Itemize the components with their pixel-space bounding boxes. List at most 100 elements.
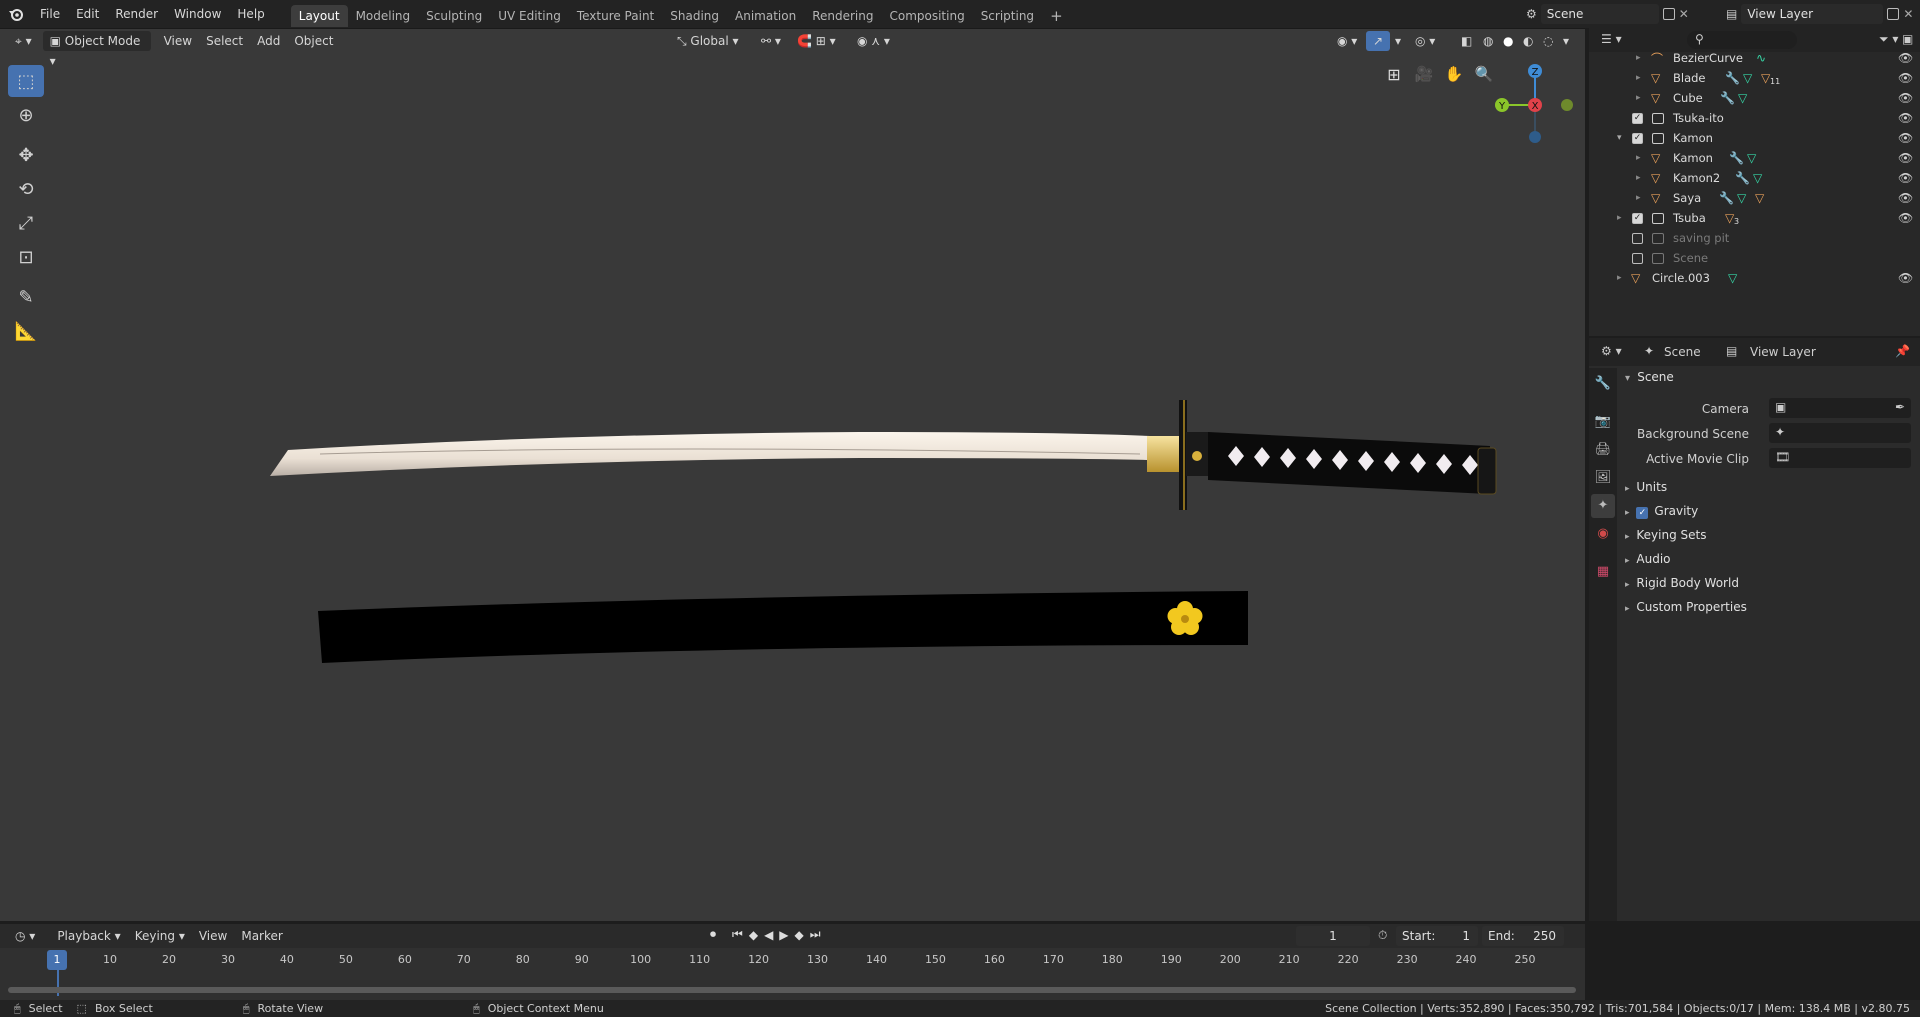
tool-tab-icon[interactable]: 🔧 — [1591, 372, 1615, 396]
jump-start-icon[interactable]: ⏮ — [732, 927, 743, 942]
collection-checkbox[interactable] — [1632, 252, 1643, 264]
jump-keyframe-back-icon[interactable]: ◆ — [749, 928, 758, 942]
outliner-row[interactable]: ✓ Tsuka-ito 👁 — [1589, 108, 1920, 128]
viewport-menu-select[interactable]: Select — [199, 31, 250, 51]
view-layer-icon[interactable]: ▤ — [1726, 7, 1737, 21]
new-scene-icon[interactable] — [1662, 8, 1675, 20]
active-movie-clip-field[interactable]: 🎞 — [1769, 448, 1911, 468]
proportional-edit-icon[interactable]: ◉ ⋏ ▾ — [850, 31, 897, 51]
collection-checkbox[interactable]: ✓ — [1632, 132, 1643, 144]
view-layer-field[interactable]: View Layer — [1741, 4, 1884, 24]
world-tab-icon[interactable]: ◉ — [1591, 522, 1615, 546]
tab-modeling[interactable]: Modeling — [348, 5, 419, 27]
scene-icon[interactable]: ⚙ — [1526, 7, 1537, 21]
tab-sculpting[interactable]: Sculpting — [418, 5, 490, 27]
outliner-search-input[interactable]: ⚲ — [1687, 31, 1797, 49]
pin-icon[interactable]: 📌 — [1895, 344, 1910, 358]
camera-field[interactable]: ▣ ✒ — [1769, 398, 1911, 418]
eye-icon[interactable]: 👁 — [1898, 111, 1913, 125]
timeline-scrollbar[interactable] — [8, 987, 1576, 993]
snap-icon[interactable]: 🧲 ⊞ ▾ — [790, 31, 843, 51]
scene-field[interactable]: Scene — [1540, 4, 1659, 24]
tab-shading[interactable]: Shading — [662, 5, 727, 27]
navigation-gizmo[interactable]: Z Y X — [1485, 59, 1575, 169]
outliner-row[interactable]: Scene — [1589, 248, 1920, 268]
properties-editor-type-icon[interactable]: ⚙ ▾ — [1601, 344, 1622, 358]
record-icon[interactable]: ⏺ — [710, 927, 716, 942]
gravity-section[interactable]: ▸ ✓ Gravity — [1625, 504, 1698, 519]
annotate-tool-icon[interactable]: ✎ — [8, 281, 44, 313]
eye-icon[interactable]: 👁 — [1898, 211, 1913, 225]
timeline-menu-playback[interactable]: Playback ▾ — [50, 926, 127, 946]
visibility-icon[interactable]: ◉ ▾ — [1330, 31, 1364, 51]
select-box-tool-icon[interactable]: ⬚ — [8, 65, 44, 97]
outliner-editor-type-icon[interactable]: ☰ ▾ — [1601, 32, 1622, 46]
shading-dropdown-icon[interactable]: ▾ — [1556, 31, 1576, 51]
tab-uv-editing[interactable]: UV Editing — [490, 5, 569, 27]
scene-tab-icon[interactable]: ✦ — [1591, 494, 1615, 518]
end-frame-field[interactable]: End: 250 — [1482, 926, 1564, 946]
gizmo-toggle-icon[interactable]: ↗ — [1366, 31, 1391, 51]
jump-keyframe-forward-icon[interactable]: ◆ — [795, 928, 804, 942]
overlays-icon[interactable]: ◎ ▾ — [1408, 31, 1442, 51]
viewport-menu-add[interactable]: Add — [250, 31, 287, 51]
tab-scripting[interactable]: Scripting — [973, 5, 1042, 27]
outliner-row[interactable]: ▸ ▽ Saya 🔧 ▽ ▽ 👁 — [1589, 188, 1920, 208]
viewport-menu-object[interactable]: Object — [287, 31, 340, 51]
menu-help[interactable]: Help — [229, 0, 272, 28]
start-frame-field[interactable]: Start: 1 — [1396, 926, 1478, 946]
editor-type-button[interactable]: ⌖ ▾ — [8, 31, 39, 51]
camera-view-icon[interactable]: 🎥 — [1413, 65, 1435, 87]
scene-section-header[interactable]: ▾ Scene — [1625, 370, 1674, 384]
new-collection-icon[interactable]: ▣ — [1902, 32, 1913, 46]
katana-model[interactable] — [260, 364, 1530, 524]
transform-orientation-dropdown[interactable]: ⤡ Global ▾ — [670, 31, 746, 51]
viewport-menu-view[interactable]: View — [157, 31, 199, 51]
menu-render[interactable]: Render — [107, 0, 166, 28]
outliner-row[interactable]: saving pit — [1589, 228, 1920, 248]
tab-compositing[interactable]: Compositing — [881, 5, 972, 27]
outliner-row[interactable]: ▸ ▽ Cube 🔧 ▽ 👁 — [1589, 88, 1920, 108]
keying-sets-section[interactable]: ▸ Keying Sets — [1625, 528, 1706, 542]
scale-tool-icon[interactable]: ⤢ — [8, 207, 44, 239]
rotate-tool-icon[interactable]: ⟲ — [8, 173, 44, 205]
add-workspace-button[interactable]: + — [1042, 5, 1071, 27]
outliner-row[interactable]: ▸ ⌒ BezierCurve ∿ 👁 — [1589, 48, 1920, 68]
outliner-row[interactable]: ▸ ▽ Kamon 🔧 ▽ 👁 — [1589, 148, 1920, 168]
gravity-checkbox[interactable]: ✓ — [1636, 507, 1649, 519]
pivot-icon[interactable]: ⚯ ▾ — [754, 31, 788, 51]
eye-icon[interactable]: 👁 — [1898, 171, 1913, 185]
timeline-menu-keying[interactable]: Keying ▾ — [128, 926, 192, 946]
eye-icon[interactable]: 👁 — [1898, 151, 1913, 165]
pan-view-icon[interactable]: ✋ — [1443, 65, 1465, 87]
eye-icon[interactable]: 👁 — [1898, 71, 1913, 85]
tab-texture-paint[interactable]: Texture Paint — [569, 5, 662, 27]
eye-icon[interactable]: 👁 — [1898, 271, 1913, 285]
outliner-row[interactable]: ▸ ✓ Tsuba ▽ 3 👁 — [1589, 208, 1920, 228]
eye-icon[interactable]: 👁 — [1898, 131, 1913, 145]
remove-scene-icon[interactable]: ✕ — [1679, 7, 1689, 21]
menu-edit[interactable]: Edit — [68, 0, 107, 28]
eyedropper-icon[interactable]: ✒ — [1895, 400, 1905, 414]
outliner-row[interactable]: ▾ ✓ Kamon 👁 — [1589, 128, 1920, 148]
toggle-grid-icon[interactable]: ⊞ — [1383, 65, 1405, 87]
tab-layout[interactable]: Layout — [290, 4, 348, 27]
frame-ruler[interactable]: 10 20 30 40 50 60 70 80 90 100 110 120 130 140 150 160 1… — [0, 950, 1585, 970]
tab-animation[interactable]: Animation — [727, 5, 804, 27]
remove-view-layer-icon[interactable]: ✕ — [1903, 7, 1913, 21]
transform-tool-icon[interactable]: ⊡ — [8, 241, 44, 273]
outliner-row[interactable]: ▸ ▽ Kamon2 🔧 ▽ 👁 — [1589, 168, 1920, 188]
move-tool-icon[interactable]: ✥ — [8, 139, 44, 171]
menu-window[interactable]: Window — [166, 0, 229, 28]
output-tab-icon[interactable]: 🖨 — [1591, 438, 1615, 462]
outliner-filter-icon[interactable]: ⏷ ▾ — [1879, 32, 1898, 47]
timeline-menu-marker[interactable]: Marker — [234, 926, 289, 946]
new-view-layer-icon[interactable] — [1887, 8, 1900, 20]
timeline-editor-type-icon[interactable]: ◷ ▾ — [8, 926, 42, 946]
collection-checkbox[interactable] — [1632, 232, 1643, 244]
units-section[interactable]: ▸ Units — [1625, 480, 1667, 494]
mode-dropdown[interactable]: ▣ Object Mode ▾ — [42, 31, 151, 68]
blender-logo-icon[interactable] — [0, 0, 32, 28]
eye-icon[interactable]: 👁 — [1898, 51, 1913, 65]
view-layer-tab-icon[interactable]: 🖼 — [1591, 466, 1615, 490]
